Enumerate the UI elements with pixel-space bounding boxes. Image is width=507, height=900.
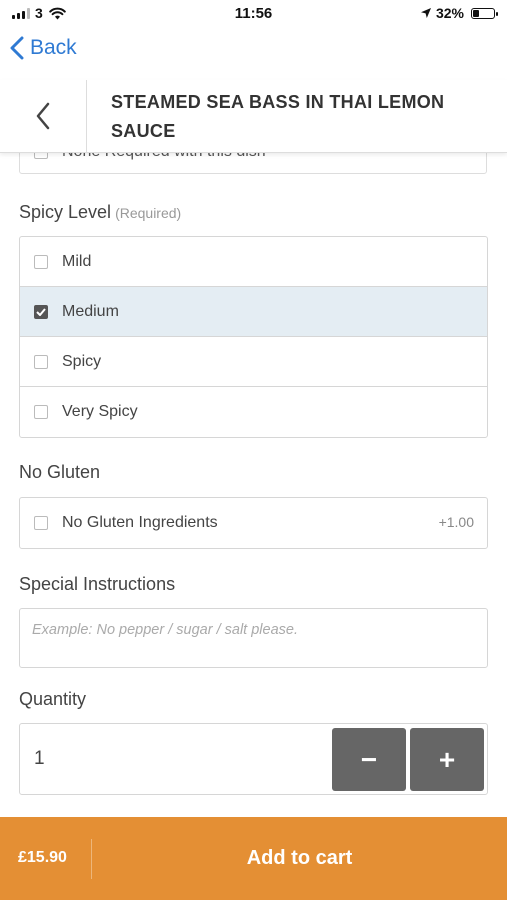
page-title: STEAMED SEA BASS IN THAI LEMON SAUCE — [111, 92, 445, 141]
spicy-level-options: Mild Medium Spicy Very Spicy — [19, 236, 488, 438]
battery-icon — [471, 7, 498, 19]
chevron-left-icon — [10, 36, 24, 60]
chevron-left-icon — [36, 102, 50, 130]
checkbox-icon[interactable] — [34, 254, 48, 269]
option-medium[interactable]: Medium — [20, 287, 487, 337]
special-instructions-input[interactable] — [19, 608, 488, 668]
quantity-value[interactable]: 1 — [34, 748, 45, 770]
battery-percent: 32% — [435, 5, 464, 21]
checkbox-checked-icon[interactable] — [34, 304, 48, 319]
checkbox-icon[interactable] — [34, 516, 48, 530]
plus-icon: + — [438, 743, 456, 775]
option-label: Very Spicy — [62, 403, 138, 420]
location-icon — [420, 8, 431, 18]
option-mild[interactable]: Mild — [20, 237, 487, 287]
decrease-quantity-button[interactable]: − — [332, 728, 406, 791]
close-item-button[interactable] — [0, 80, 87, 152]
option-very-spicy[interactable]: Very Spicy — [20, 387, 487, 437]
checkbox-icon[interactable] — [34, 354, 48, 369]
status-right: 32% — [420, 5, 498, 21]
option-price: +1.00 — [438, 514, 474, 530]
back-label: Back — [30, 36, 77, 59]
option-no-gluten[interactable]: No Gluten Ingredients +1.00 — [20, 498, 487, 548]
status-bar: 3 11:56 32% — [0, 0, 507, 28]
option-label: Mild — [62, 252, 92, 270]
spicy-level-heading: Spicy Level (Required) — [19, 202, 181, 223]
no-gluten-options: No Gluten Ingredients +1.00 — [19, 497, 488, 549]
option-label: No Gluten Ingredients — [62, 514, 218, 531]
checkbox-icon[interactable] — [34, 405, 48, 419]
option-label: Spicy — [62, 352, 102, 370]
option-label: Medium — [62, 302, 119, 320]
quantity-heading: Quantity — [19, 689, 87, 709]
special-instructions-heading: Special Instructions — [19, 574, 176, 594]
cart-bar: £15.90 Add to cart — [0, 817, 507, 900]
back-link[interactable]: Back — [10, 36, 77, 60]
increase-quantity-button[interactable]: + — [410, 728, 484, 791]
total-price: £15.90 — [18, 849, 67, 866]
spicy-level-title: Spicy Level — [19, 202, 112, 222]
item-header: STEAMED SEA BASS IN THAI LEMON SAUCE — [0, 80, 507, 153]
option-spicy[interactable]: Spicy — [20, 337, 487, 387]
add-to-cart-button[interactable]: Add to cart — [92, 817, 507, 900]
no-gluten-heading: No Gluten — [19, 462, 101, 482]
minus-icon: − — [360, 743, 378, 775]
quantity-stepper: 1 − + — [19, 723, 488, 795]
required-note: (Required) — [115, 205, 182, 221]
